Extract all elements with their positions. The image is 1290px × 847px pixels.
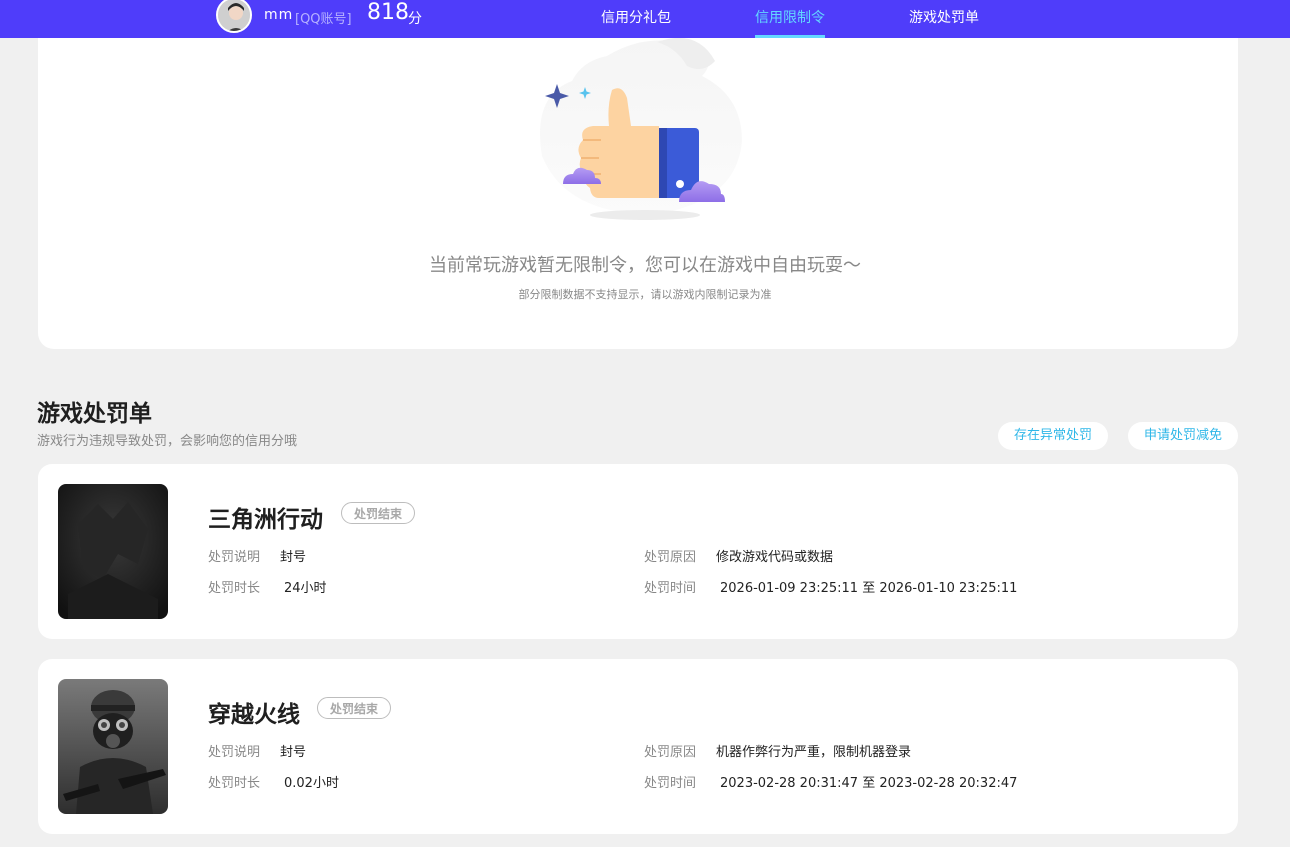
credit-score-unit: 分 — [408, 11, 422, 27]
penalty-time-label: 处罚时间 — [644, 581, 697, 596]
active-tab-indicator — [755, 35, 825, 38]
penalty-desc-label: 处罚说明 — [208, 745, 261, 760]
nav-credit-restriction[interactable]: 信用限制令 — [755, 7, 825, 27]
nav-game-penalty[interactable]: 游戏处罚单 — [909, 7, 979, 27]
penalty-section-title: 游戏处罚单 — [37, 401, 152, 427]
penalty-duration-label: 处罚时长 — [208, 581, 261, 596]
penalty-card: 穿越火线 处罚结束 处罚说明 封号 处罚时长 0.02小时 处罚原因 机器作弊行… — [38, 659, 1238, 834]
penalty-reason-value: 机器作弊行为严重，限制机器登录 — [716, 745, 912, 760]
user-name: mm — [264, 7, 294, 23]
status-badge: 处罚结束 — [341, 502, 416, 524]
penalty-duration-label: 处罚时长 — [208, 776, 261, 791]
penalty-duration-value: 24小时 — [284, 581, 327, 596]
abnormal-penalty-button[interactable]: 存在异常处罚 — [998, 422, 1108, 450]
delta-force-cover-image — [58, 484, 168, 619]
game-thumbnail — [58, 484, 168, 619]
penalty-time-value: 2023-02-28 20:31:47 至 2023-02-28 20:32:4… — [720, 776, 1018, 791]
avatar[interactable] — [216, 0, 252, 33]
avatar-image — [218, 0, 250, 31]
penalty-duration-value: 0.02小时 — [284, 776, 339, 791]
penalty-appeal-button[interactable]: 申请处罚减免 — [1128, 422, 1238, 450]
penalty-reason-value: 修改游戏代码或数据 — [716, 550, 834, 565]
penalty-reason-label: 处罚原因 — [644, 550, 697, 565]
penalty-desc-value: 封号 — [280, 550, 307, 565]
penalty-reason-label: 处罚原因 — [644, 745, 697, 760]
game-title: 三角洲行动 — [208, 507, 323, 533]
penalty-desc-label: 处罚说明 — [208, 550, 261, 565]
penalty-time-label: 处罚时间 — [644, 776, 697, 791]
account-type: [QQ账号] — [295, 12, 352, 27]
penalty-time-value: 2026-01-09 23:25:11 至 2026-01-10 23:25:1… — [720, 581, 1018, 596]
top-bar: mm [QQ账号] 818 分 信用分礼包 信用限制令 游戏处罚单 — [0, 0, 1290, 38]
game-title: 穿越火线 — [208, 702, 300, 728]
empty-state-note: 部分限制数据不支持显示，请以游戏内限制记录为准 — [518, 288, 772, 301]
credit-score: 818 — [367, 0, 409, 25]
status-badge: 处罚结束 — [317, 697, 392, 719]
penalty-section-subtitle: 游戏行为违规导致处罚，会影响您的信用分哦 — [37, 434, 298, 449]
penalty-desc-value: 封号 — [280, 745, 307, 760]
penalty-card: 三角洲行动 处罚结束 处罚说明 封号 处罚时长 24小时 处罚原因 修改游戏代码… — [38, 464, 1238, 639]
empty-state-message: 当前常玩游戏暂无限制令，您可以在游戏中自由玩耍～ — [429, 255, 861, 276]
game-thumbnail — [58, 679, 168, 814]
thumbs-up-illustration — [540, 37, 742, 220]
crossfire-cover-image — [58, 679, 168, 814]
nav-credit-gift[interactable]: 信用分礼包 — [601, 7, 671, 27]
